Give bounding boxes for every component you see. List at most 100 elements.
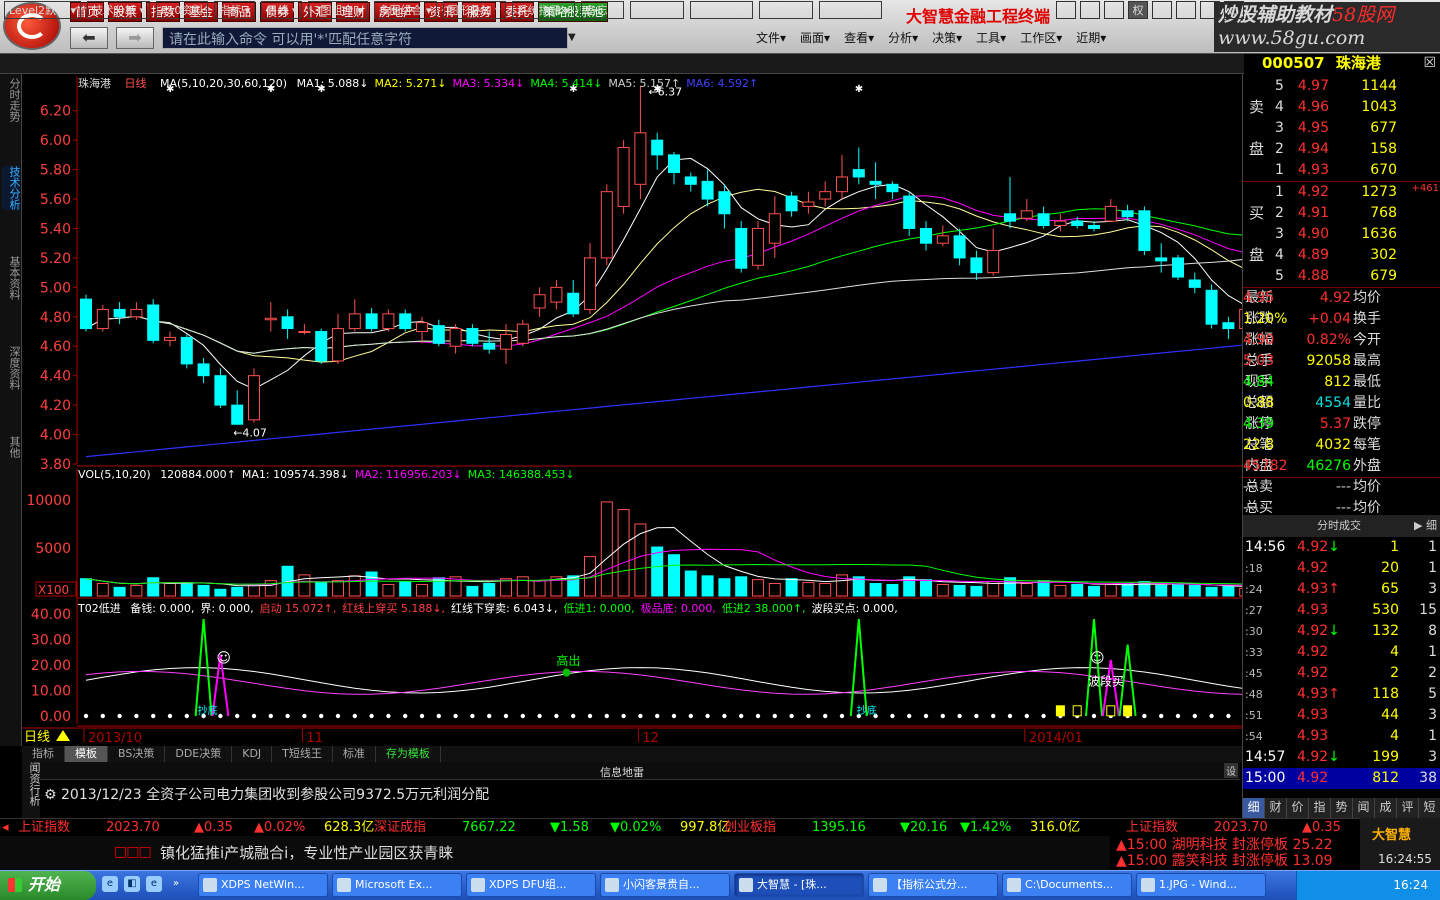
candle[interactable] <box>1020 210 1033 219</box>
volume-bar[interactable] <box>886 583 899 597</box>
candle[interactable] <box>416 322 428 333</box>
volume-bar[interactable] <box>668 554 680 597</box>
candle[interactable] <box>735 227 748 269</box>
ticker-arrow-icon[interactable]: ◂ <box>2 819 9 836</box>
index-name[interactable]: 上证指数 <box>1126 819 1178 836</box>
volume-bar[interactable] <box>936 583 949 597</box>
toolbar-right-3[interactable]: 权 <box>1128 1 1148 19</box>
candle[interactable] <box>1088 225 1100 229</box>
candle[interactable] <box>886 183 899 193</box>
candle[interactable] <box>617 147 630 207</box>
menu-item-3[interactable]: 分析▾ <box>888 29 918 46</box>
candle[interactable] <box>903 195 916 229</box>
candle[interactable] <box>500 333 512 350</box>
taskbar-task-1[interactable]: Microsoft Ex... <box>332 873 462 897</box>
toolbar-right-1[interactable]: 标 <box>1080 1 1100 19</box>
volume-bar[interactable] <box>701 575 714 597</box>
volume-bar[interactable] <box>1188 584 1201 597</box>
menu-item-5[interactable]: 工具▾ <box>976 29 1006 46</box>
volume-bar[interactable] <box>264 580 277 597</box>
toolbar-right-5[interactable]: 移 <box>1176 1 1196 19</box>
menu-item-0[interactable]: 文件▾ <box>756 29 786 46</box>
candle[interactable] <box>987 250 1000 274</box>
ticks-header[interactable]: 分时成交 ▶ 细 <box>1243 515 1440 537</box>
volume-bar[interactable] <box>315 582 328 597</box>
volume-bar[interactable] <box>768 583 781 597</box>
volume-bar[interactable] <box>332 580 344 597</box>
toolbar-right-2[interactable]: ⊞ <box>1104 1 1124 19</box>
candle[interactable] <box>1188 279 1201 288</box>
candle[interactable] <box>567 292 580 315</box>
forward-button[interactable]: ➡ <box>116 27 154 49</box>
right-tab-0[interactable]: 细 <box>1243 798 1265 818</box>
volume-bar[interactable] <box>1172 583 1184 597</box>
indicator-tab-3[interactable]: DDE决策 <box>165 746 233 762</box>
menu-item-4[interactable]: 决策▾ <box>932 29 962 46</box>
candle[interactable] <box>1037 213 1050 227</box>
candle[interactable] <box>348 313 361 330</box>
candle[interactable] <box>516 323 529 344</box>
right-tab-3[interactable]: 指 <box>1309 798 1331 818</box>
volume-bar[interactable] <box>634 523 647 597</box>
indicator-tab-6[interactable]: 标准 <box>333 746 376 762</box>
indicator-tab-5[interactable]: T短线王 <box>272 746 333 762</box>
news-side-tab[interactable]: 闻资行析 <box>22 762 41 818</box>
taskbar-task-5[interactable]: 【指标公式分... <box>868 873 998 897</box>
indicator-tab-2[interactable]: BS决策 <box>108 746 166 762</box>
news-item[interactable]: ⚙ 2013/12/23 全资子公司电力集团收到参股公司9372.5万元利润分配 <box>40 782 1240 818</box>
toolbar-right-6[interactable]: ⊟ <box>1200 1 1220 19</box>
candle[interactable] <box>332 328 344 362</box>
candle[interactable] <box>869 180 882 185</box>
candle[interactable] <box>130 308 143 318</box>
volume-bar[interactable] <box>953 584 966 597</box>
index-name[interactable]: 创业板指 <box>724 819 776 836</box>
candle[interactable] <box>1104 205 1117 222</box>
toolbar-item-1[interactable]: 技术分析 ▾ <box>87 1 151 19</box>
toolbar-item-5[interactable]: 3图组合 ▾ <box>308 1 368 19</box>
volume-bar[interactable] <box>197 584 210 597</box>
volume-bar[interactable] <box>785 578 798 597</box>
candle[interactable] <box>701 180 714 200</box>
candle[interactable] <box>214 375 227 406</box>
candle[interactable] <box>264 317 277 321</box>
news-settings-button[interactable]: 设 <box>1224 763 1238 778</box>
back-button[interactable]: ⬅ <box>70 27 108 49</box>
candle[interactable] <box>483 342 496 350</box>
menu-item-6[interactable]: 工作区▾ <box>1020 29 1062 46</box>
volume-bar[interactable] <box>231 586 244 597</box>
toolbar-item-4[interactable]: 日线 ▾ <box>261 1 303 19</box>
command-input[interactable]: 请在此输入命令 可以用'*'匹配任意字符 <box>162 27 568 49</box>
desktop-icon[interactable]: ◧ <box>124 876 140 892</box>
taskbar-task-4[interactable]: 大智慧 - [珠... <box>734 873 864 897</box>
kline-chart[interactable]: 6.20 6.00 5.80 5.60 5.40 5.20 5.00 4.80 4.60 4.40… <box>22 74 1242 746</box>
taskbar-task-3[interactable]: 小闪客景贵自... <box>600 873 730 897</box>
volume-bar[interactable] <box>920 579 932 597</box>
candle[interactable] <box>684 176 697 185</box>
candle[interactable] <box>768 213 781 244</box>
news-marquee[interactable]: □□□ 镇化猛推i产城融合i，专业性产业园区获青睐 <box>0 836 1110 870</box>
volume-bar[interactable] <box>802 582 815 597</box>
start-button[interactable]: 开始 <box>0 871 96 900</box>
volume-bar[interactable] <box>416 583 428 597</box>
taskbar-task-2[interactable]: XDPS DFU组... <box>466 873 596 897</box>
volume-bar[interactable] <box>483 583 496 597</box>
candle[interactable] <box>298 331 311 334</box>
candle[interactable] <box>80 298 92 330</box>
candle[interactable] <box>1004 213 1016 222</box>
left-tab-4[interactable]: 其他 <box>2 436 21 458</box>
candle[interactable] <box>1172 257 1184 278</box>
expand-icon[interactable]: » <box>168 876 184 892</box>
candle[interactable] <box>600 191 613 259</box>
volume-bar[interactable] <box>516 576 529 597</box>
candle[interactable] <box>718 191 731 215</box>
candle[interactable] <box>180 336 193 365</box>
toolbar-right-7[interactable]: ⊡ <box>1224 1 1244 19</box>
candle[interactable] <box>197 363 210 377</box>
volume-bar[interactable] <box>399 581 412 597</box>
toolbar-item-10[interactable]: 历史回忆 <box>629 1 684 19</box>
candle[interactable] <box>281 316 294 330</box>
toolbar-item-13[interactable]: 坐标类型 ▾ <box>818 1 882 19</box>
left-tab-0[interactable]: 分时走势 <box>2 78 21 122</box>
taskbar-task-6[interactable]: C:\Documents... <box>1002 873 1132 897</box>
candle[interactable] <box>1054 220 1067 227</box>
